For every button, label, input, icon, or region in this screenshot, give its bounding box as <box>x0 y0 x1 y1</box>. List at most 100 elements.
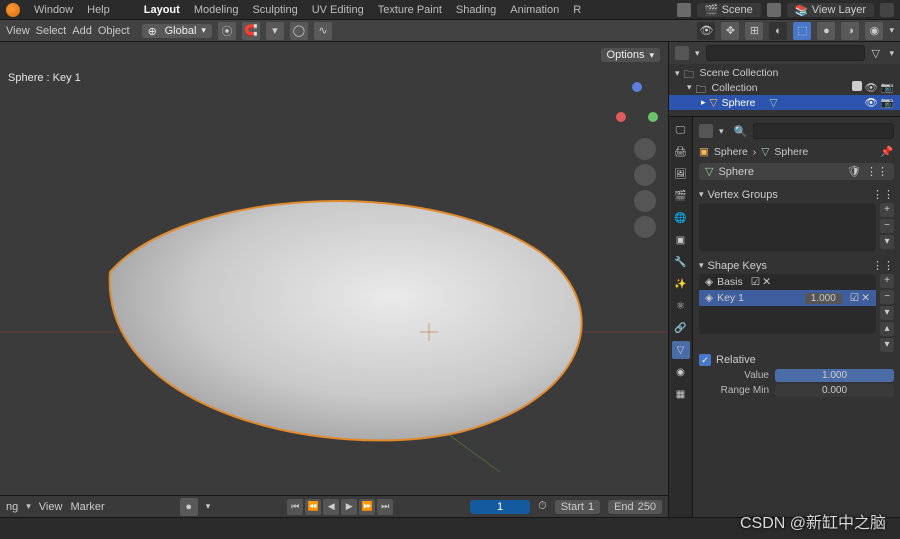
play-reverse-icon[interactable]: ◀ <box>323 499 339 515</box>
outliner-search[interactable] <box>706 45 866 61</box>
shape-key-row-key1[interactable]: ◈ Key 1 1.000 ☑✕ <box>699 290 876 306</box>
timeline-view[interactable]: View <box>39 501 63 513</box>
pivot-dropdown[interactable]: ⦿ <box>218 22 236 40</box>
xray-toggle-icon[interactable]: ◐ <box>769 22 787 40</box>
tab-scene[interactable]: 🎬 <box>672 187 690 205</box>
props-type-icon[interactable] <box>699 124 713 138</box>
specials-icon[interactable]: ▾ <box>880 235 894 249</box>
eye-icon[interactable]: 👁 <box>865 81 878 94</box>
props-search[interactable] <box>753 123 894 139</box>
disclosure-icon[interactable]: ▾ <box>699 260 704 271</box>
shading-matprev-icon[interactable]: ◑ <box>841 22 859 40</box>
vertex-groups-list[interactable] <box>699 203 876 251</box>
object-visibility-icon[interactable]: 👁 <box>697 22 715 40</box>
pan-icon[interactable] <box>634 164 656 186</box>
workspace-animation[interactable]: Animation <box>510 4 559 16</box>
chevron-down-icon[interactable]: ▾ <box>206 501 211 512</box>
current-frame-field[interactable]: 1 <box>470 500 530 514</box>
value-slider[interactable]: 1.000 <box>775 369 894 382</box>
render-icon[interactable]: 📷 <box>881 81 894 94</box>
shield-icon[interactable]: 🛡 <box>847 165 861 178</box>
tab-mesh-data[interactable]: ▽ <box>672 341 690 359</box>
x-icon[interactable]: ✕ <box>762 276 771 288</box>
check-icon[interactable]: ☑ <box>850 292 859 304</box>
viewlayer-remove-icon[interactable] <box>880 3 894 17</box>
tab-render[interactable]: 🖵 <box>672 121 690 139</box>
tab-material[interactable]: ◉ <box>672 363 690 381</box>
header-object[interactable]: Object <box>98 25 130 37</box>
orientation-dropdown[interactable]: ⊕ Global ▾ <box>142 24 212 38</box>
workspace-layout[interactable]: Layout <box>144 4 180 16</box>
chevron-down-icon[interactable]: ▾ <box>26 501 31 512</box>
proportional-toggle[interactable]: ◯ <box>290 22 308 40</box>
disclosure-icon[interactable]: ▾ <box>699 189 704 200</box>
shading-rendered-icon[interactable]: ◉ <box>865 22 883 40</box>
workspace-uvediting[interactable]: UV Editing <box>312 4 364 16</box>
tab-physics[interactable]: ⚛ <box>672 297 690 315</box>
header-view[interactable]: View <box>6 25 30 37</box>
checkbox-icon[interactable]: ✓ <box>699 354 711 366</box>
workspace-sculpting[interactable]: Sculpting <box>252 4 297 16</box>
dots-icon[interactable]: ⋮⋮ <box>866 165 888 178</box>
persp-ortho-icon[interactable] <box>634 216 656 238</box>
play-icon[interactable]: ▶ <box>341 499 357 515</box>
dots-icon[interactable]: ⋮⋮ <box>872 259 894 272</box>
axis-y-icon[interactable] <box>648 112 658 122</box>
dots-icon[interactable]: ⋮⋮ <box>872 188 894 201</box>
jump-start-icon[interactable]: ⏮ <box>287 499 303 515</box>
workspace-texturepaint[interactable]: Texture Paint <box>378 4 442 16</box>
camera-view-icon[interactable] <box>634 190 656 212</box>
tree-row-scene[interactable]: ▾ 🗀 Scene Collection <box>669 66 900 80</box>
x-icon[interactable]: ✕ <box>861 292 870 304</box>
header-add[interactable]: Add <box>72 25 92 37</box>
workspace-more[interactable]: R <box>573 4 581 16</box>
add-icon[interactable]: + <box>880 203 894 217</box>
keyframe-prev-icon[interactable]: ⏪ <box>305 499 321 515</box>
scene-field[interactable]: 🎬 Scene <box>697 3 761 17</box>
rangemin-field[interactable]: 0.000 <box>775 384 894 397</box>
end-frame-field[interactable]: End 250 <box>608 500 662 514</box>
jump-end-icon[interactable]: ⏭ <box>377 499 393 515</box>
crumb-obj[interactable]: Sphere <box>714 146 748 158</box>
tab-object[interactable]: ▣ <box>672 231 690 249</box>
outliner-type-icon[interactable] <box>675 46 689 60</box>
tab-modifiers[interactable]: 🔧 <box>672 253 690 271</box>
crumb-data[interactable]: Sphere <box>774 146 808 158</box>
axis-z-icon[interactable] <box>632 82 642 92</box>
start-frame-field[interactable]: Start 1 <box>555 500 600 514</box>
remove-icon[interactable]: − <box>880 290 894 304</box>
menu-help[interactable]: Help <box>87 4 110 16</box>
shading-wireframe-icon[interactable]: ⬚ <box>793 22 811 40</box>
options-dropdown[interactable]: Options ▾ <box>601 48 660 62</box>
check-icon[interactable]: ☑ <box>751 276 760 288</box>
snap-dropdown[interactable]: ▾ <box>266 22 284 40</box>
proportional-dropdown[interactable]: ∿ <box>314 22 332 40</box>
tab-world[interactable]: 🌐 <box>672 209 690 227</box>
search-icon[interactable]: 🔍 <box>734 125 748 138</box>
timeline-ng[interactable]: ng <box>6 501 18 513</box>
tab-viewlayer[interactable]: 🖼 <box>672 165 690 183</box>
nav-gizmo[interactable] <box>614 82 660 128</box>
header-select[interactable]: Select <box>36 25 67 37</box>
disclosure-icon[interactable]: ▸ <box>701 97 706 108</box>
shading-solid-icon[interactable]: ● <box>817 22 835 40</box>
viewlayer-browse-icon[interactable] <box>767 3 781 17</box>
pin-icon[interactable]: 📌 <box>880 145 894 159</box>
move-down-icon[interactable]: ▾ <box>880 338 894 352</box>
axis-x-icon[interactable] <box>616 112 626 122</box>
autokey-toggle[interactable]: ● <box>180 498 198 516</box>
remove-icon[interactable]: − <box>880 219 894 233</box>
tab-particles[interactable]: ✨ <box>672 275 690 293</box>
timeline-marker[interactable]: Marker <box>70 501 104 513</box>
relative-checkbox-row[interactable]: ✓ Relative <box>699 352 894 368</box>
render-icon[interactable]: 📷 <box>881 96 894 109</box>
shapekey-value[interactable]: 1.000 <box>805 293 842 304</box>
shape-key-row-basis[interactable]: ◈ Basis ☑✕ <box>699 274 876 290</box>
disclosure-icon[interactable]: ▾ <box>687 82 692 93</box>
tab-output[interactable]: 🖨 <box>672 143 690 161</box>
workspace-modeling[interactable]: Modeling <box>194 4 239 16</box>
filter-icon[interactable]: ▽ <box>871 47 883 59</box>
shape-keys-list[interactable]: ◈ Basis ☑✕ ◈ Key 1 1.000 ☑✕ <box>699 274 876 334</box>
snap-toggle[interactable]: 🧲 <box>242 22 260 40</box>
move-up-icon[interactable]: ▴ <box>880 322 894 336</box>
